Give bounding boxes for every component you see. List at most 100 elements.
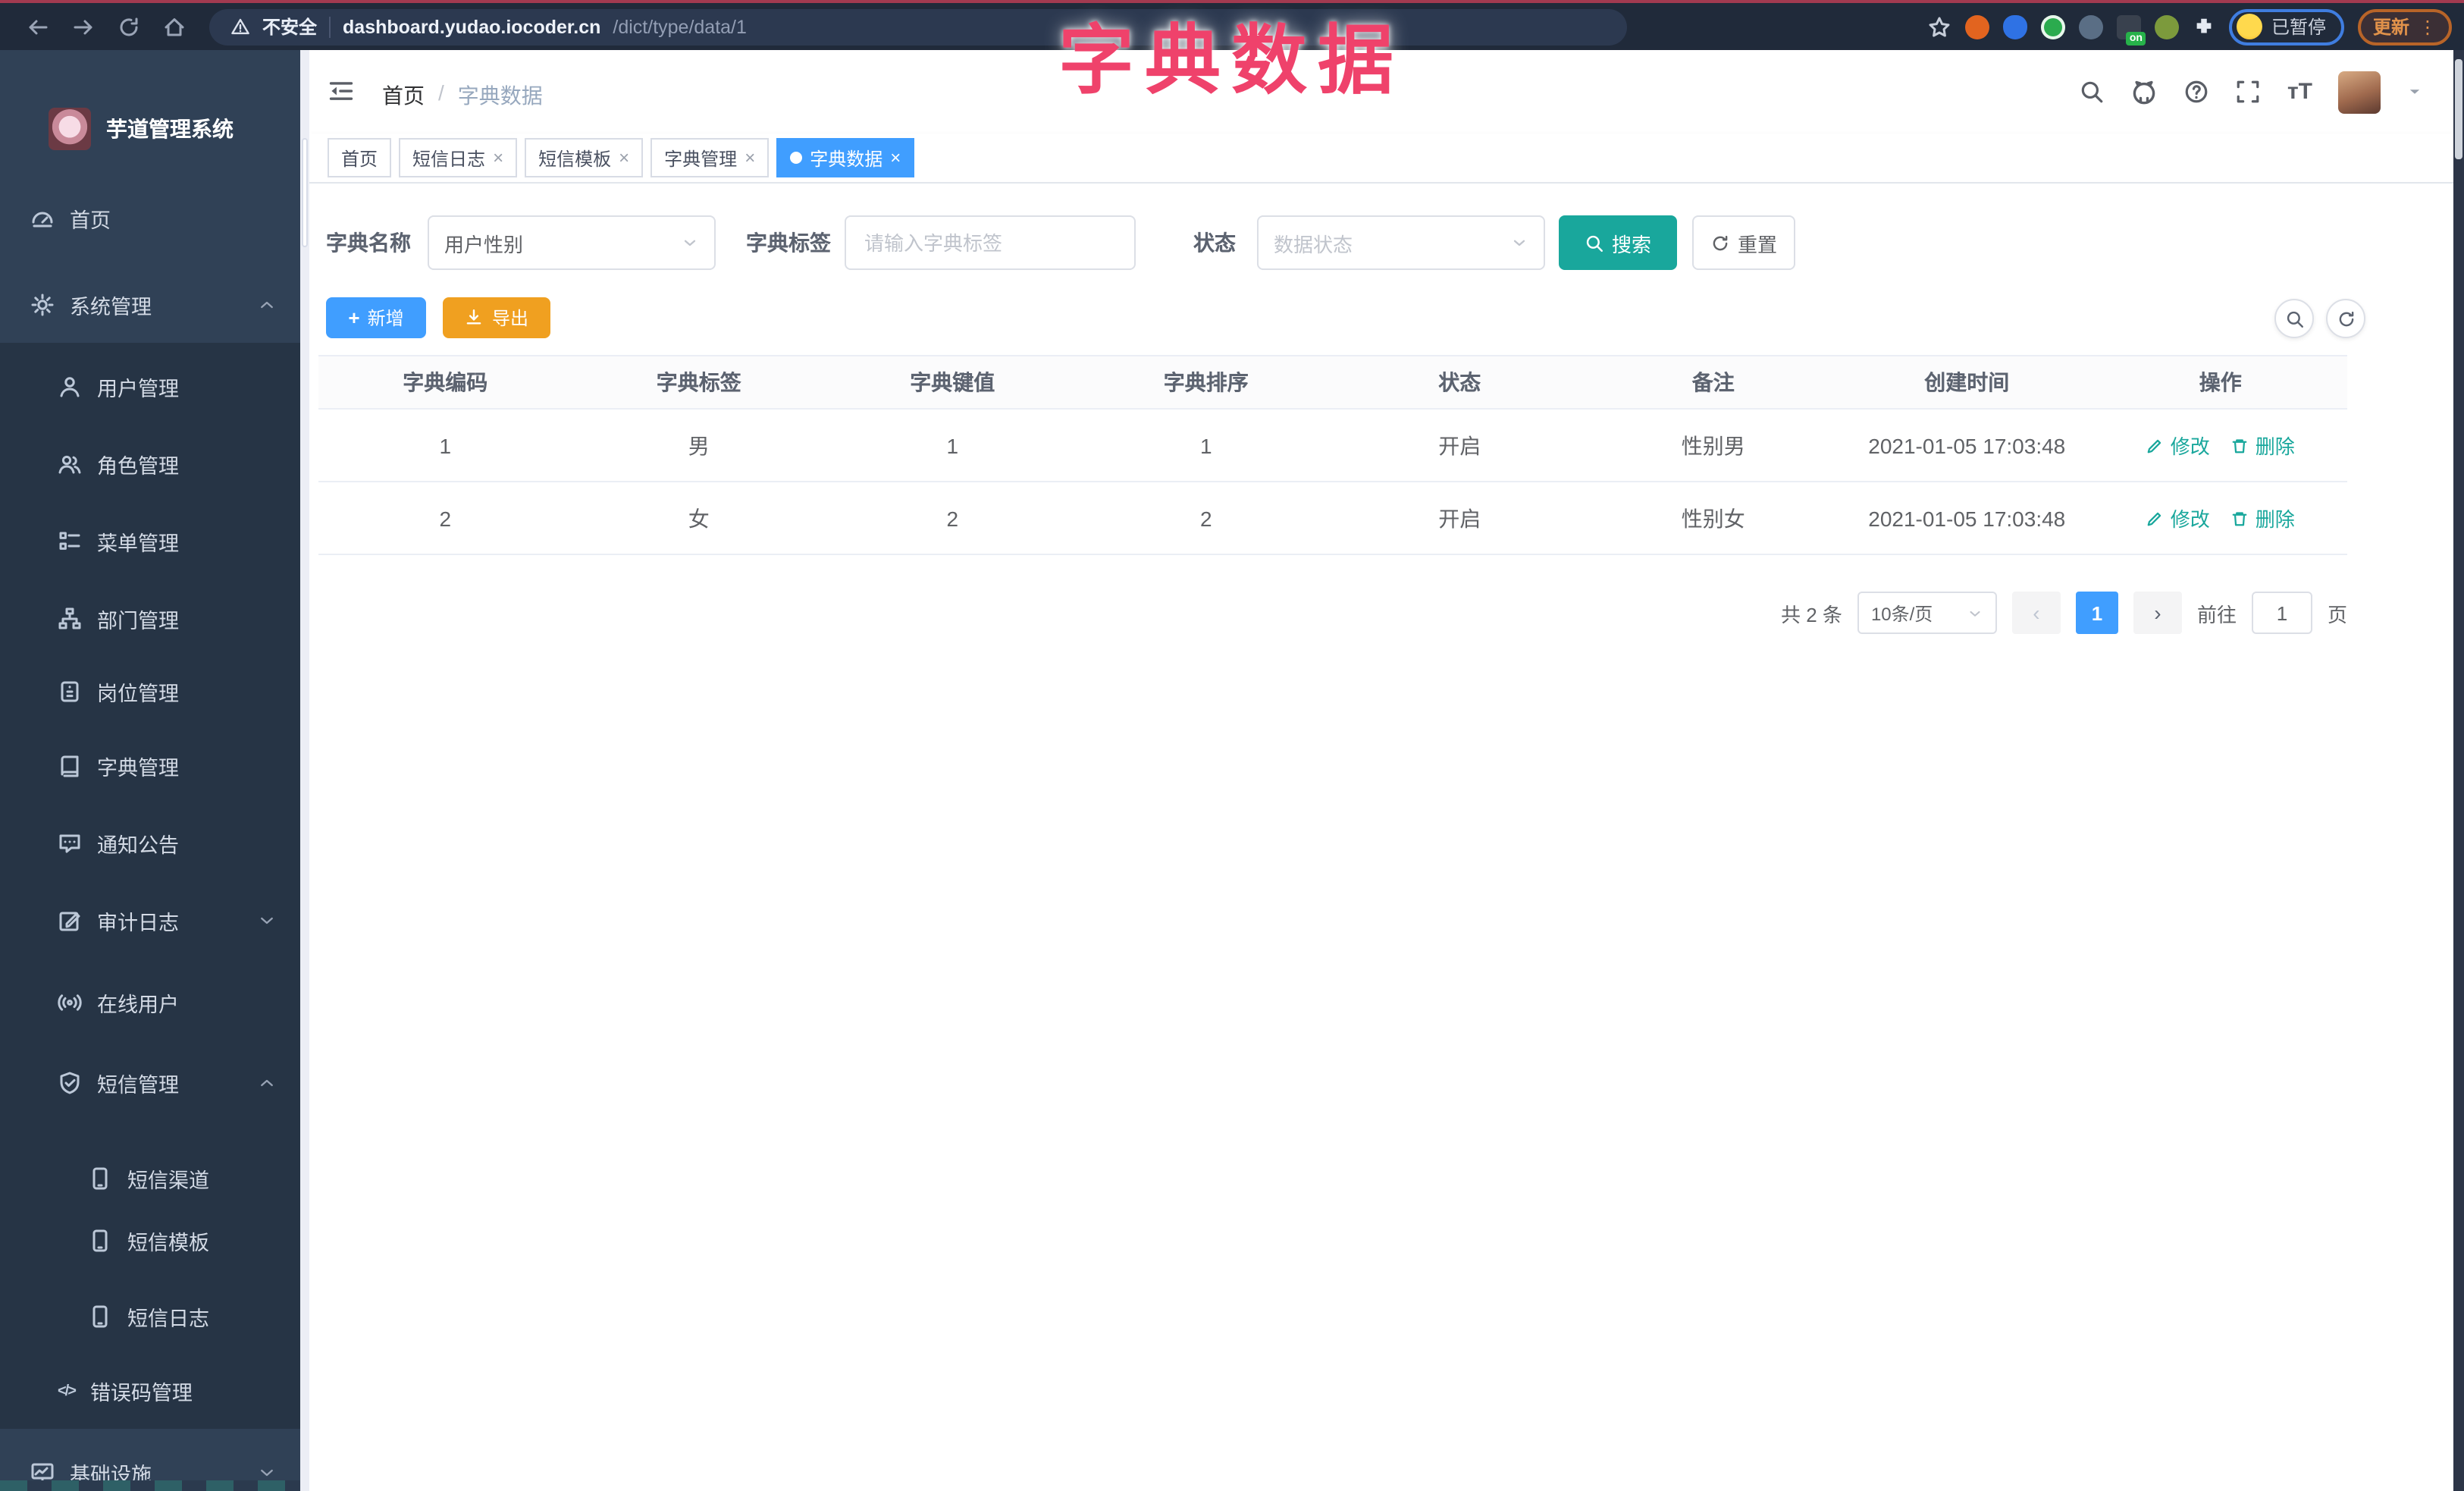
home-button[interactable] xyxy=(152,7,197,46)
delete-link[interactable]: 删除 xyxy=(2231,431,2295,460)
sidebar-item-online-users[interactable]: 在线用户 xyxy=(0,965,300,1041)
forward-button[interactable] xyxy=(61,7,106,46)
reload-button[interactable] xyxy=(106,7,152,46)
sidebar-item-notice-announcement[interactable]: 通知公告 xyxy=(0,805,300,881)
delete-link-label: 删除 xyxy=(2255,435,2295,458)
sidebar-item-label: 菜单管理 xyxy=(97,532,179,555)
filter-form: 字典名称 用户性别 字典标签 状态 数据状态 xyxy=(309,215,2453,276)
extension-icon-slate-list[interactable] xyxy=(2078,14,2103,39)
tab-dict-management[interactable]: 字典管理 × xyxy=(650,138,770,177)
export-button-label: 导出 xyxy=(491,308,528,329)
sidebar-scrollbar[interactable] xyxy=(300,50,309,1491)
menu-list-icon xyxy=(59,532,80,550)
col-header: 创建时间 xyxy=(1924,370,2010,394)
sidebar-item-post-management[interactable]: 岗位管理 xyxy=(0,654,300,730)
sidebar-item-department-management[interactable]: 部门管理 xyxy=(0,581,300,657)
reset-button[interactable]: 重置 xyxy=(1692,215,1795,270)
sidebar-collapse-button[interactable] xyxy=(328,77,355,105)
extension-icon-dark-on[interactable]: on xyxy=(2116,14,2146,45)
sidebar-scrollbar-thumb[interactable] xyxy=(302,138,308,247)
extensions-puzzle-icon[interactable] xyxy=(2193,15,2215,38)
security-label[interactable]: 不安全 xyxy=(262,14,317,39)
browser-profile-chip[interactable]: 已暂停 xyxy=(2228,8,2344,45)
toggle-search-button[interactable] xyxy=(2274,299,2314,338)
sidebar-item-label: 短信渠道 xyxy=(127,1169,209,1192)
not-secure-warning-icon xyxy=(230,17,250,36)
github-link[interactable] xyxy=(2131,78,2158,105)
browser-menu-dots-icon[interactable]: ⋮ xyxy=(2419,17,2437,36)
dict-name-select[interactable]: 用户性别 xyxy=(428,215,716,270)
tab-close-icon[interactable]: × xyxy=(619,149,629,167)
page-scrollbar[interactable] xyxy=(2453,50,2464,1491)
breadcrumb-home-link[interactable]: 首页 xyxy=(382,80,425,111)
col-header: 字典键值 xyxy=(910,370,995,394)
cell-dict-code: 1 xyxy=(439,433,452,457)
tab-sms-log[interactable]: 短信日志 × xyxy=(399,138,518,177)
extension-icon-green-check[interactable] xyxy=(2040,14,2065,39)
address-bar[interactable]: 不安全 dashboard.yudao.iocoder.cn/dict/type… xyxy=(209,8,1627,45)
sidebar-item-sms-log[interactable]: 短信日志 xyxy=(0,1279,300,1354)
dict-name-select-value: 用户性别 xyxy=(444,233,524,256)
sidebar-item-label: 短信管理 xyxy=(97,1074,179,1097)
page-number-active[interactable]: 1 xyxy=(2075,592,2118,634)
back-button[interactable] xyxy=(15,7,61,46)
sidebar-item-label: 岗位管理 xyxy=(97,683,179,705)
sidebar-item-sms-management[interactable]: 短信管理 xyxy=(0,1045,300,1121)
goto-page-input[interactable] xyxy=(2251,592,2312,634)
avatar-caret-down-icon[interactable] xyxy=(2406,83,2423,100)
url-divider xyxy=(329,16,331,37)
dict-tag-input[interactable] xyxy=(861,230,1119,256)
main-area: 首页 / 字典数据 тT 首页 短信日志 × 短信模板 × 字典管理 × 字典数… xyxy=(309,50,2453,1491)
sidebar-item-audit-log[interactable]: 审计日志 xyxy=(0,883,300,959)
sidebar-item-error-code-management[interactable]: </> 错误码管理 xyxy=(0,1353,300,1429)
chevron-down-icon xyxy=(261,917,273,924)
search-button[interactable]: 搜索 xyxy=(1559,215,1677,270)
delete-link[interactable]: 删除 xyxy=(2231,504,2295,532)
sidebar-item-role-management[interactable]: 角色管理 xyxy=(0,426,300,502)
app-brand[interactable]: 芋道管理系统 xyxy=(49,108,234,150)
status-select[interactable]: 数据状态 xyxy=(1257,215,1545,270)
table-row: 2 女 2 2 开启 性别女 2021-01-05 17:03:48 修改 删除 xyxy=(318,482,2347,555)
tab-close-icon[interactable]: × xyxy=(890,149,901,167)
refresh-table-button[interactable] xyxy=(2326,299,2365,338)
user-icon xyxy=(60,377,80,397)
tab-close-icon[interactable]: × xyxy=(493,149,503,167)
user-avatar[interactable] xyxy=(2338,71,2381,113)
header-search-button[interactable] xyxy=(2080,79,2105,105)
extension-icon-orange[interactable] xyxy=(1964,14,1989,39)
reset-button-label: 重置 xyxy=(1737,233,1777,256)
browser-update-button[interactable]: 更新 ⋮ xyxy=(2357,8,2452,45)
sidebar-item-system-management[interactable]: 系统管理 xyxy=(0,267,300,343)
export-button[interactable]: 导出 xyxy=(443,297,550,338)
edit-link[interactable]: 修改 xyxy=(2146,504,2210,532)
pagination-total: 共 2 条 xyxy=(1781,603,1842,626)
page-size-select[interactable]: 10条/页 xyxy=(1857,592,1997,634)
page-scrollbar-thumb[interactable] xyxy=(2455,59,2462,159)
sidebar-item-sms-template[interactable]: 短信模板 xyxy=(0,1203,300,1279)
book-icon xyxy=(61,755,79,777)
extension-icon-olive[interactable] xyxy=(2154,14,2179,39)
add-button[interactable]: + 新增 xyxy=(326,297,426,338)
breadcrumb-separator: / xyxy=(438,80,444,105)
font-size-button[interactable]: тT xyxy=(2287,79,2312,105)
sidebar-item-menu-management[interactable]: 菜单管理 xyxy=(0,504,300,579)
sidebar-item-home[interactable]: 首页 xyxy=(0,180,300,256)
tab-sms-template[interactable]: 短信模板 × xyxy=(525,138,644,177)
docs-help-button[interactable] xyxy=(2184,79,2210,105)
fullscreen-button[interactable] xyxy=(2236,79,2262,105)
tab-label: 字典数据 xyxy=(810,148,883,169)
extension-icon-blue-drop[interactable] xyxy=(2002,14,2027,39)
tab-close-icon[interactable]: × xyxy=(745,149,755,167)
app-title: 芋道管理系统 xyxy=(106,117,234,141)
sidebar-item-dict-management[interactable]: 字典管理 xyxy=(0,728,300,804)
tab-dict-data-active[interactable]: 字典数据 × xyxy=(776,138,915,177)
bookmark-star-icon[interactable] xyxy=(1927,14,1951,39)
tab-home[interactable]: 首页 xyxy=(328,138,392,177)
status-select-placeholder: 数据状态 xyxy=(1274,233,1353,256)
download-icon xyxy=(467,309,482,325)
cell-actions: 修改 删除 xyxy=(2094,431,2348,460)
next-page-button[interactable]: › xyxy=(2133,592,2182,634)
sidebar-item-user-management[interactable]: 用户管理 xyxy=(0,349,300,425)
prev-page-button[interactable]: ‹ xyxy=(2011,592,2061,634)
edit-link[interactable]: 修改 xyxy=(2146,431,2210,460)
